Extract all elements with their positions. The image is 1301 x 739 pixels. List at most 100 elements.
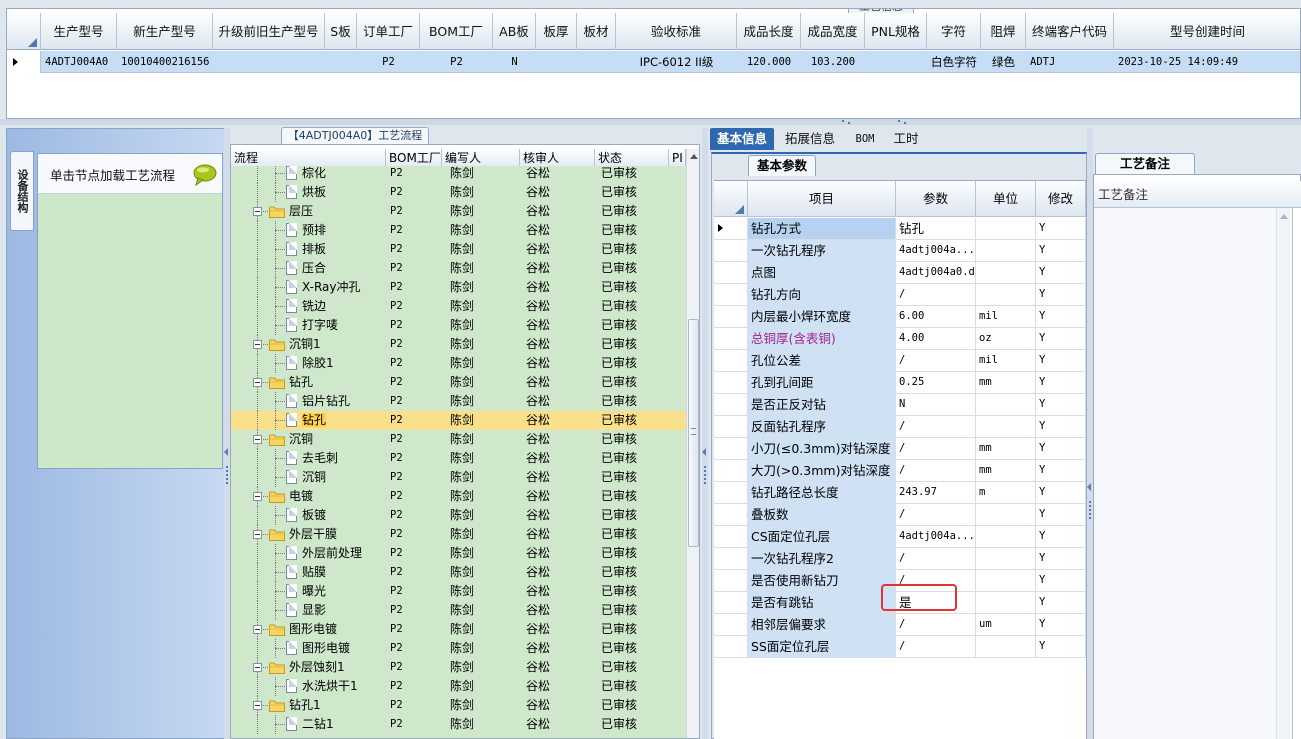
grid-cell[interactable]: 120.000 [737,51,801,73]
tree-cell-writer[interactable]: 陈剑 [450,259,520,278]
param-row[interactable]: 大刀(>0.3mm)对钻深度 / mm Y [714,460,1086,482]
param-unit-cell[interactable]: mm [976,460,1036,481]
param-row[interactable]: 一次钻孔程序 4adtj004a... Y [714,240,1086,262]
tree-cell-status[interactable]: 已审核 [601,183,671,202]
param-value-cell[interactable]: / [896,284,976,305]
collapse-icon[interactable] [253,435,262,444]
col-header[interactable]: 板厚 [536,13,577,50]
tree-cell-status[interactable]: 已审核 [601,221,671,240]
tree-cell-status[interactable]: 已审核 [601,278,671,297]
param-item-cell[interactable]: 钻孔方向 [748,284,896,305]
tree-cell-reviewer[interactable]: 谷松 [526,468,596,487]
tree-row[interactable]: 钻孔1 P2 陈剑 谷松 已审核 [231,696,686,715]
param-unit-cell[interactable]: m [976,482,1036,503]
param-row[interactable]: 总铜厚(含表铜) 4.00 oz Y [714,328,1086,350]
tree-node-name[interactable]: 板镀 [302,506,382,525]
tree-cell-reviewer[interactable]: 谷松 [526,582,596,601]
param-row[interactable]: 一次钻孔程序2/ Y [714,548,1086,570]
tree-cell-writer[interactable]: 陈剑 [450,639,520,658]
tree-cell-status[interactable]: 已审核 [601,677,671,696]
tree-cell-writer[interactable]: 陈剑 [450,278,520,297]
grid-cell[interactable] [536,51,577,73]
param-value-cell[interactable]: 是 [896,592,976,613]
tree-cell-reviewer[interactable]: 谷松 [526,221,596,240]
param-item-cell[interactable]: 内层最小焊环宽度 [748,306,896,327]
param-row[interactable]: 小刀(≤0.3mm)对钻深度 / mm Y [714,438,1086,460]
param-edit-cell[interactable]: Y [1036,438,1086,459]
tree-node-name[interactable]: 棕化 [302,166,382,183]
tree-node-name[interactable]: 钻孔 [302,411,382,430]
tree-cell-reviewer[interactable]: 谷松 [526,354,596,373]
param-value-cell[interactable]: / [896,504,976,525]
tree-cell-reviewer[interactable]: 谷松 [526,240,596,259]
param-unit-cell[interactable] [976,526,1036,547]
param-item-cell[interactable]: 是否有跳钻 [748,592,896,613]
param-value-cell[interactable]: 4.00 [896,328,976,349]
tree-node-name[interactable]: 电镀 [289,487,386,506]
tree-cell-writer[interactable]: 陈剑 [450,658,520,677]
col-header[interactable]: 板材 [577,13,616,50]
tree-cell-writer[interactable]: 陈剑 [450,563,520,582]
param-edit-cell[interactable]: Y [1036,372,1086,393]
tree-cell-writer[interactable]: 陈剑 [450,202,520,221]
collapse-icon[interactable] [253,378,262,387]
col-header[interactable]: 订单工厂 [357,13,420,50]
tree-node-name[interactable]: 沉铜1 [289,335,386,354]
tree-cell-status[interactable]: 已审核 [601,639,671,658]
param-row[interactable]: 是否使用新钻刀 / Y [714,570,1086,592]
tree-row[interactable]: 图形电镀 P2 陈剑 谷松 已审核 [231,620,686,639]
product-grid-row[interactable]: 4ADTJ004A0 10010400216156 P2 P2 N IPC-6012 II… [7,51,1300,73]
tree-row[interactable]: 沉铜 P2 陈剑 谷松 已审核 [231,468,686,487]
param-value-cell[interactable]: / [896,438,976,459]
param-value-cell[interactable]: 4adtj004a... [896,526,976,547]
tree-cell-reviewer[interactable]: 谷松 [526,563,596,582]
param-value-cell[interactable]: / [896,614,976,635]
param-unit-cell[interactable]: mil [976,306,1036,327]
param-row[interactable]: 相邻层偏要求 / um Y [714,614,1086,636]
tree-cell-writer[interactable]: 陈剑 [450,297,520,316]
param-unit-cell[interactable]: oz [976,328,1036,349]
param-unit-cell[interactable] [976,262,1036,283]
collapse-arrow-icon[interactable] [702,448,706,456]
tree-cell-status[interactable]: 已审核 [601,601,671,620]
grid-cell[interactable]: N [493,51,536,73]
tree-cell-status[interactable]: 已审核 [601,335,671,354]
tree-cell-writer[interactable]: 陈剑 [450,430,520,449]
tree-cell-reviewer[interactable]: 谷松 [526,316,596,335]
detail-tab[interactable]: 拓展信息 [782,128,838,150]
param-row[interactable]: 点图 4adtj004a0.d Y [714,262,1086,284]
tree-cell-status[interactable]: 已审核 [601,468,671,487]
tree-cell-reviewer[interactable]: 谷松 [526,335,596,354]
param-unit-cell[interactable] [976,570,1036,591]
tree-cell-writer[interactable]: 陈剑 [450,335,520,354]
process-notes-tab[interactable]: 工艺备注 [1095,153,1195,174]
tree-node-name[interactable]: 沉铜 [302,468,382,487]
grid-cell[interactable]: 10010400216156 [117,51,213,73]
param-edit-cell[interactable]: Y [1036,460,1086,481]
tree-col-header[interactable]: BOM工厂 [386,149,442,167]
tree-node-name[interactable]: 外层前处理 [302,544,382,563]
tree-cell-writer[interactable]: 陈剑 [450,183,520,202]
tree-row[interactable]: 贴膜 P2 陈剑 谷松 已审核 [231,563,686,582]
param-item-cell[interactable]: 总铜厚(含表铜) [748,328,896,349]
tree-cell-writer[interactable]: 陈剑 [450,525,520,544]
param-item-cell[interactable]: 是否使用新钻刀 [748,570,896,591]
param-value-cell[interactable]: / [896,636,976,657]
tree-row[interactable]: 显影 P2 陈剑 谷松 已审核 [231,601,686,620]
tree-cell-status[interactable]: 已审核 [601,354,671,373]
tree-row[interactable]: 铝片钻孔 P2 陈剑 谷松 已审核 [231,392,686,411]
param-edit-cell[interactable]: Y [1036,416,1086,437]
tree-row[interactable]: 沉铜 P2 陈剑 谷松 已审核 [231,430,686,449]
tree-cell-reviewer[interactable]: 谷松 [526,487,596,506]
tree-cell-writer[interactable]: 陈剑 [450,696,520,715]
param-row[interactable]: 孔到孔间距 0.25 mm Y [714,372,1086,394]
param-value-cell[interactable]: / [896,570,976,591]
param-edit-cell[interactable]: Y [1036,328,1086,349]
tree-cell-status[interactable]: 已审核 [601,487,671,506]
tree-row[interactable]: 钻孔 P2 陈剑 谷松 已审核 [231,373,686,392]
grid-cell[interactable]: IPC-6012 II级 [616,51,737,73]
tree-row[interactable]: 钻孔 P2 陈剑 谷松 已审核 [231,411,686,430]
col-header[interactable]: 字符 [927,13,981,50]
param-row[interactable]: 内层最小焊环宽度 6.00 mil Y [714,306,1086,328]
param-item-cell[interactable]: 叠板数 [748,504,896,525]
